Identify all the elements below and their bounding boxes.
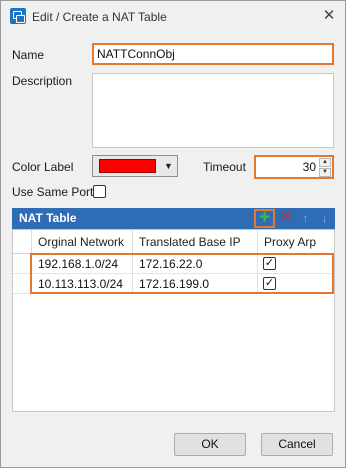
- cell-proxy-arp[interactable]: ✓: [258, 254, 334, 274]
- description-label: Description: [12, 74, 73, 88]
- proxy-arp-checkbox[interactable]: ✓: [263, 277, 276, 290]
- close-button[interactable]: ✕: [319, 7, 339, 25]
- column-header-translated-base-ip[interactable]: Translated Base IP: [133, 230, 258, 254]
- arrow-up-icon: ↑: [302, 211, 309, 225]
- delete-row-button[interactable]: ✕: [277, 209, 296, 228]
- row-selector[interactable]: [13, 254, 32, 274]
- plus-icon: +: [258, 207, 271, 228]
- color-label-dropdown[interactable]: ▼: [92, 155, 178, 177]
- x-icon: ✕: [279, 209, 294, 226]
- timeout-spinbox[interactable]: 30 ▲ ▼: [254, 155, 334, 179]
- column-header-proxy-arp[interactable]: Proxy Arp: [258, 230, 334, 254]
- nat-table-grid[interactable]: Orginal Network Translated Base IP Proxy…: [12, 229, 335, 412]
- name-input[interactable]: [92, 43, 334, 65]
- row-selector[interactable]: [13, 274, 32, 294]
- color-swatch: [99, 159, 156, 173]
- spin-up-icon[interactable]: ▲: [319, 158, 331, 167]
- table-row[interactable]: 192.168.1.0/24 172.16.22.0 ✓: [13, 254, 334, 274]
- move-up-button[interactable]: ↑: [296, 209, 315, 228]
- ok-button[interactable]: OK: [174, 433, 246, 456]
- use-same-port-label: Use Same Port: [12, 185, 94, 199]
- cell-proxy-arp[interactable]: ✓: [258, 274, 334, 294]
- window-title: Edit / Create a NAT Table: [32, 10, 167, 24]
- table-row[interactable]: 10.113.113.0/24 172.16.199.0 ✓: [13, 274, 334, 294]
- color-label-label: Color Label: [12, 160, 74, 174]
- nat-table-title: NAT Table: [19, 211, 77, 225]
- cell-original-network[interactable]: 192.168.1.0/24: [32, 254, 133, 274]
- description-textarea[interactable]: [92, 73, 334, 148]
- dropdown-arrow-icon[interactable]: ▼: [160, 156, 177, 176]
- column-header-original-network[interactable]: Orginal Network: [32, 230, 133, 254]
- name-label: Name: [12, 48, 45, 62]
- use-same-port-checkbox[interactable]: [93, 185, 106, 198]
- app-logo-icon: [10, 8, 26, 24]
- cell-original-network[interactable]: 10.113.113.0/24: [32, 274, 133, 294]
- title-bar: Edit / Create a NAT Table ✕: [1, 1, 345, 32]
- proxy-arp-checkbox[interactable]: ✓: [263, 257, 276, 270]
- cancel-button[interactable]: Cancel: [261, 433, 333, 456]
- arrow-down-icon: ↓: [321, 211, 328, 225]
- add-row-button[interactable]: +: [254, 207, 275, 228]
- timeout-value[interactable]: 30: [303, 160, 316, 174]
- nat-table-header: NAT Table + ✕ ↑ ↓: [12, 208, 335, 229]
- timeout-label: Timeout: [203, 160, 246, 174]
- row-header-corner: [13, 230, 32, 254]
- cell-translated-base-ip[interactable]: 172.16.199.0: [133, 274, 258, 294]
- cell-translated-base-ip[interactable]: 172.16.22.0: [133, 254, 258, 274]
- nat-table-dialog: Edit / Create a NAT Table ✕ Name Descrip…: [0, 0, 346, 468]
- spin-down-icon[interactable]: ▼: [319, 168, 331, 177]
- move-down-button[interactable]: ↓: [315, 209, 334, 228]
